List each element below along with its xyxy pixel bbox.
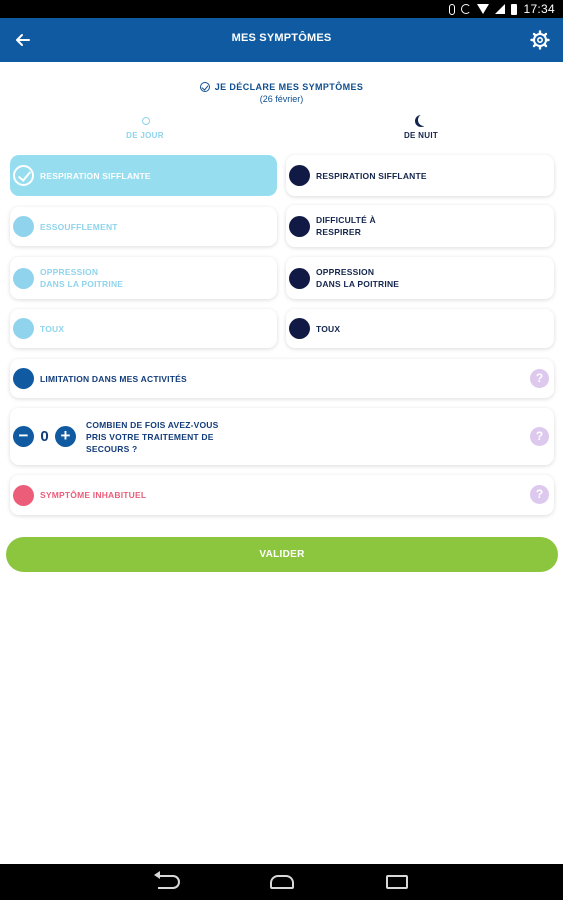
radio-dot-icon xyxy=(289,215,310,237)
signal-icon xyxy=(495,4,506,14)
moon-icon xyxy=(418,114,430,126)
tab-night[interactable]: DE NUIT xyxy=(286,114,556,140)
radio-dot-icon xyxy=(13,216,34,237)
symptom-label-line1: DIFFICULTÉ À xyxy=(316,215,376,225)
symptom-label-line2: RESPIRER xyxy=(316,227,362,237)
declare-title-row: JE DÉCLARE MES SYMPTÔMES xyxy=(0,82,563,92)
symptom-label: OPPRESSION DANS LA POITRINE xyxy=(40,266,123,290)
unusual-symptom-label: SYMPTÔME INHABITUEL xyxy=(40,490,147,500)
tab-day-icon-wrap xyxy=(10,114,280,128)
checkmark-icon xyxy=(13,165,34,186)
increment-button[interactable]: + xyxy=(55,426,76,447)
rescue-question-line2: PRIS VOTRE TRAITEMENT DE xyxy=(86,431,214,442)
auto-rotate-icon xyxy=(461,4,472,14)
symptom-label-line1: RESPIRATION SIFFLANTE xyxy=(316,170,427,181)
symptom-label: ESSOUFFLEMENT xyxy=(40,221,118,233)
day-symptom-wheezing[interactable]: RESPIRATION SIFFLANTE xyxy=(10,155,277,196)
radio-dot-icon xyxy=(13,318,34,339)
night-symptom-wheezing[interactable]: RESPIRATION SIFFLANTE xyxy=(286,155,554,196)
declare-header: JE DÉCLARE MES SYMPTÔMES (26 février) xyxy=(0,82,563,104)
tab-day[interactable]: DE JOUR xyxy=(10,114,280,140)
symptom-label: RESPIRATION SIFFLANTE xyxy=(316,170,427,182)
symptom-label: TOUX xyxy=(40,323,64,335)
night-symptom-breathing-difficulty[interactable]: DIFFICULTÉ À RESPIRER xyxy=(286,205,554,247)
declare-title: JE DÉCLARE MES SYMPTÔMES xyxy=(214,82,364,92)
symptom-label: RESPIRATION SIFFLANTE xyxy=(40,170,151,182)
night-symptom-chest-tightness[interactable]: OPPRESSION DANS LA POITRINE xyxy=(286,257,554,299)
help-icon[interactable]: ? xyxy=(530,427,549,446)
rescue-treatment-card: − 0 + COMBIEN DE FOIS AVEZ-VOUS PRIS VOT… xyxy=(10,408,554,465)
symptom-label-line1: RESPIRATION SIFFLANTE xyxy=(40,170,151,181)
nav-recent-apps-icon[interactable] xyxy=(386,875,408,889)
tab-night-icon-wrap xyxy=(286,114,556,128)
wifi-icon xyxy=(477,4,490,14)
tab-day-label: DE JOUR xyxy=(126,131,164,140)
tab-night-label: DE NUIT xyxy=(403,131,439,140)
symptom-label-line1: ESSOUFFLEMENT xyxy=(40,221,118,232)
symptom-label-line2: DANS LA POITRINE xyxy=(316,279,400,289)
radio-dot-icon xyxy=(13,267,34,289)
radio-dot-icon xyxy=(289,318,310,339)
status-icons: 17:34 xyxy=(449,2,555,16)
app-bar: MES SYMPTÔMES xyxy=(0,18,563,62)
status-time: 17:34 xyxy=(523,2,555,16)
day-symptom-breathlessness[interactable]: ESSOUFFLEMENT xyxy=(10,207,277,246)
radio-dot-icon xyxy=(13,484,34,506)
activity-limitation-label: LIMITATION DANS MES ACTIVITÉS xyxy=(40,373,187,384)
day-symptom-cough[interactable]: TOUX xyxy=(10,309,277,348)
symptom-label: TOUX xyxy=(316,323,340,335)
help-icon[interactable]: ? xyxy=(530,369,549,388)
rescue-count: 0 xyxy=(40,428,49,445)
declare-date: (26 février) xyxy=(259,94,304,104)
symptom-label-line1: TOUX xyxy=(316,323,341,334)
radio-dot-icon xyxy=(289,267,310,289)
decrement-button[interactable]: − xyxy=(13,426,34,447)
validate-button[interactable]: VALIDER xyxy=(6,537,558,572)
sun-icon xyxy=(139,114,151,126)
night-symptom-cough[interactable]: TOUX xyxy=(286,309,554,348)
radio-dot-icon xyxy=(289,165,310,186)
status-bar: 17:34 xyxy=(0,0,563,18)
gear-icon xyxy=(530,30,550,50)
battery-icon xyxy=(511,3,518,15)
unusual-symptom-card[interactable]: SYMPTÔME INHABITUEL ? xyxy=(10,475,554,515)
symptom-label-line1: OPPRESSION xyxy=(316,267,375,277)
symptom-label-line2: DANS LA POITRINE xyxy=(40,279,124,289)
rescue-question-line3: SECOURS ? xyxy=(86,443,138,454)
battery-saver-icon xyxy=(449,3,456,15)
quantity-stepper: − 0 + xyxy=(13,426,76,447)
rescue-question: COMBIEN DE FOIS AVEZ-VOUS PRIS VOTRE TRA… xyxy=(86,419,226,455)
settings-button[interactable] xyxy=(527,27,553,53)
symptom-label: DIFFICULTÉ À RESPIRER xyxy=(316,214,376,238)
radio-dot-icon xyxy=(13,368,34,389)
symptom-label: OPPRESSION DANS LA POITRINE xyxy=(316,266,399,290)
help-icon[interactable]: ? xyxy=(530,485,549,504)
activity-limitation-card[interactable]: LIMITATION DANS MES ACTIVITÉS ? xyxy=(10,359,554,398)
check-circle-icon xyxy=(199,82,210,92)
symptom-label-line1: OPPRESSION xyxy=(40,267,99,277)
symptom-label-line1: TOUX xyxy=(40,323,65,334)
rescue-question-line1: COMBIEN DE FOIS AVEZ-VOUS xyxy=(86,419,219,430)
system-nav-bar xyxy=(0,864,563,900)
page-title: MES SYMPTÔMES xyxy=(231,32,332,44)
nav-home-icon[interactable] xyxy=(270,875,294,889)
nav-back-icon[interactable] xyxy=(154,871,180,889)
day-symptom-chest-tightness[interactable]: OPPRESSION DANS LA POITRINE xyxy=(10,257,277,299)
